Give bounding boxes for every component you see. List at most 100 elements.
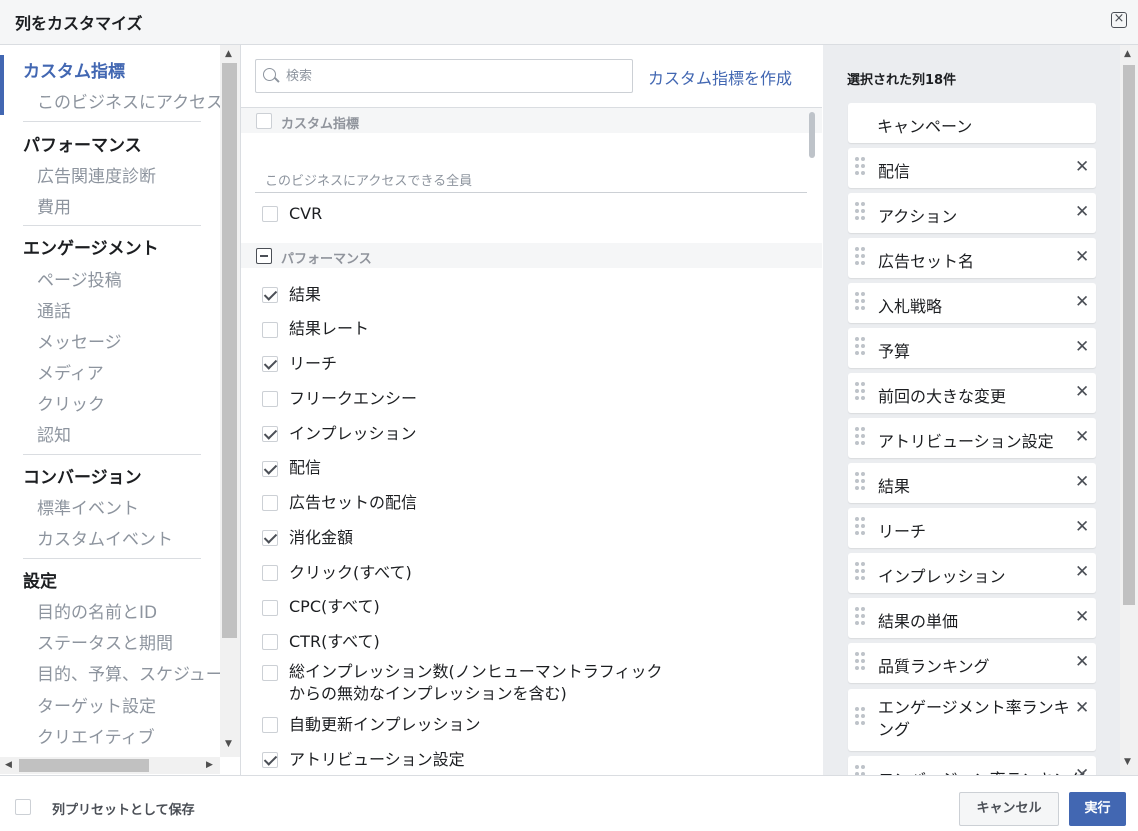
drag-handle-icon[interactable] [855,247,865,269]
metric-checkbox[interactable] [262,356,278,372]
metric-checkbox[interactable] [262,600,278,616]
nav-item-objective-budget-schedule[interactable]: 目的、予算、スケジュール [37,660,220,685]
nav-item-calls[interactable]: 通話 [37,297,71,322]
search-input[interactable] [286,66,616,86]
selected-column-card[interactable]: 結果 ✕ [848,463,1096,503]
nav-item-page-posts[interactable]: ページ投稿 [37,266,122,291]
create-custom-metric-link[interactable]: カスタム指標を作成 [648,65,792,89]
save-preset-checkbox[interactable] [15,799,31,815]
remove-column-icon[interactable]: ✕ [1075,247,1089,267]
save-preset-label[interactable]: 列プリセットとして保存 [52,799,195,818]
nav-category-engagement[interactable]: エンゲージメント [23,234,159,259]
nav-item-cost[interactable]: 費用 [37,193,71,218]
nav-item-media[interactable]: メディア [37,359,104,384]
selected-column-card[interactable]: アクション ✕ [848,193,1096,233]
drag-handle-icon[interactable] [855,517,865,539]
nav-item-status-period[interactable]: ステータスと期間 [37,629,173,654]
drag-handle-icon[interactable] [855,562,865,584]
section-checkbox-custom-metrics[interactable] [256,113,272,129]
remove-column-icon[interactable]: ✕ [1075,337,1089,357]
search-box[interactable] [255,59,633,93]
remove-column-icon[interactable]: ✕ [1075,562,1089,582]
metric-checkbox[interactable] [262,287,278,303]
selected-column-card[interactable]: 入札戦略 ✕ [848,283,1096,323]
nav-item-ad-relevance[interactable]: 広告関連度診断 [37,162,156,187]
drag-handle-icon[interactable] [855,292,865,314]
selected-column-card[interactable]: アトリビューション設定 ✕ [848,418,1096,458]
selected-scroll-thumb[interactable] [1123,65,1135,605]
scroll-up-arrow-icon[interactable]: ▲ [1124,49,1131,59]
selected-columns-scrollbar[interactable]: ▲ ▼ [1120,45,1138,775]
metric-checkbox[interactable] [262,752,278,768]
nav-item-custom-events[interactable]: カスタムイベント [37,525,173,550]
section-checkbox-performance[interactable] [256,248,272,264]
nav-item-messages[interactable]: メッセージ [37,328,122,353]
scroll-up-arrow-icon[interactable]: ▲ [225,49,232,59]
drag-handle-icon[interactable] [855,765,865,775]
nav-category-performance[interactable]: パフォーマンス [23,131,142,156]
cancel-button[interactable]: キャンセル [959,792,1059,826]
metric-checkbox[interactable] [262,495,278,511]
remove-column-icon[interactable]: ✕ [1075,652,1089,672]
metric-checkbox[interactable] [262,634,278,650]
nav-horizontal-scrollbar[interactable]: ◀ ▶ [0,757,220,774]
nav-item-business-access[interactable]: このビジネスにアクセスできる全員 [37,88,220,113]
remove-column-icon[interactable]: ✕ [1075,607,1089,627]
nav-item-objective-name-id[interactable]: 目的の名前とID [37,598,157,623]
drag-handle-icon[interactable] [855,157,865,179]
drag-handle-icon[interactable] [855,652,865,674]
run-button[interactable]: 実行 [1069,792,1126,826]
nav-scroll-thumb[interactable] [222,63,237,638]
drag-handle-icon[interactable] [855,607,865,629]
drag-handle-icon[interactable] [855,382,865,404]
remove-column-icon[interactable]: ✕ [1075,202,1089,222]
selected-column-card[interactable]: 広告セット名 ✕ [848,238,1096,278]
nav-category-settings[interactable]: 設定 [23,567,57,592]
nav-item-awareness[interactable]: 認知 [37,421,71,446]
drag-handle-icon[interactable] [855,202,865,224]
nav-item-targeting[interactable]: ターゲット設定 [37,692,156,717]
metric-checkbox[interactable] [262,426,278,442]
metric-checkbox[interactable] [262,206,278,222]
selected-column-card[interactable]: 品質ランキング ✕ [848,643,1096,683]
nav-hscroll-thumb[interactable] [19,759,149,772]
remove-column-icon[interactable]: ✕ [1075,472,1089,492]
remove-column-icon[interactable]: ✕ [1075,517,1089,537]
nav-vertical-scrollbar[interactable]: ▲ ▼ [220,45,240,757]
remove-column-icon[interactable]: ✕ [1075,157,1089,177]
selected-column-card[interactable]: 前回の大きな変更 ✕ [848,373,1096,413]
metric-checkbox[interactable] [262,665,278,681]
selected-column-card[interactable]: 結果の単価 ✕ [848,598,1096,638]
metrics-scroll-thumb[interactable] [809,112,815,158]
remove-column-icon[interactable]: ✕ [1075,765,1089,775]
selected-column-card[interactable]: エンゲージメント率ランキング ✕ [848,689,1096,751]
remove-column-icon[interactable]: ✕ [1075,698,1089,718]
drag-handle-icon[interactable] [855,707,865,729]
scroll-down-arrow-icon[interactable]: ▼ [1124,757,1131,767]
nav-category-custom-metrics[interactable]: カスタム指標 [23,57,125,82]
selected-column-card[interactable]: 予算 ✕ [848,328,1096,368]
drag-handle-icon[interactable] [855,472,865,494]
scroll-right-arrow-icon[interactable]: ▶ [206,760,213,770]
nav-item-creative[interactable]: クリエイティブ [37,723,155,748]
selected-column-card[interactable]: リーチ ✕ [848,508,1096,548]
close-icon[interactable]: × [1111,12,1127,28]
metric-checkbox[interactable] [262,461,278,477]
nav-category-conversions[interactable]: コンバージョン [23,463,142,488]
remove-column-icon[interactable]: ✕ [1075,382,1089,402]
remove-column-icon[interactable]: ✕ [1075,292,1089,312]
drag-handle-icon[interactable] [855,427,865,449]
scroll-left-arrow-icon[interactable]: ◀ [5,760,12,770]
metric-checkbox[interactable] [262,322,278,338]
nav-item-standard-events[interactable]: 標準イベント [37,494,139,519]
scroll-down-arrow-icon[interactable]: ▼ [225,739,232,749]
remove-column-icon[interactable]: ✕ [1075,427,1089,447]
selected-column-card[interactable]: 配信 ✕ [848,148,1096,188]
selected-column-card[interactable]: インプレッション ✕ [848,553,1096,593]
metric-checkbox[interactable] [262,565,278,581]
drag-handle-icon[interactable] [855,337,865,359]
metric-checkbox[interactable] [262,717,278,733]
nav-item-clicks[interactable]: クリック [37,390,105,415]
metric-checkbox[interactable] [262,530,278,546]
metric-checkbox[interactable] [262,391,278,407]
